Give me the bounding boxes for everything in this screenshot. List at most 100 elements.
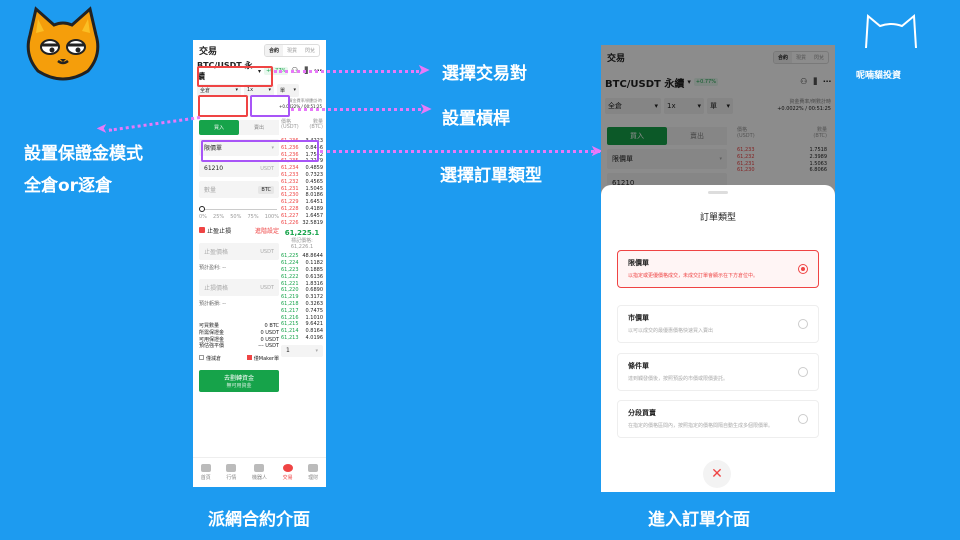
sheet-drag-handle[interactable] [708, 191, 728, 194]
right-phone-screen: 交易 合約 現貨 閃兌 BTC/USDT 永續 ▾ +0.77% ⚇ ⫼ ⋯ 全… [601, 45, 835, 492]
book-row[interactable]: 61,233 0.7323 [281, 172, 323, 179]
pair-highlight-box [197, 66, 273, 87]
option-title: 分段買賣 [628, 409, 656, 417]
book-price: 61,227 [281, 212, 299, 219]
maker-only-checkbox[interactable]: 僅Maker單 [246, 355, 279, 362]
option-desc: 在指定的價格區間內，按照指定的價格間隔自動生成多個限價單。 [628, 423, 774, 429]
nav-trade[interactable]: 交易 [282, 464, 293, 481]
book-row[interactable]: 61,214 0.8164 [281, 328, 323, 335]
sheet-title: 訂單類型 [699, 213, 736, 223]
robot-icon [254, 464, 265, 472]
book-row[interactable]: 61,232 0.4565 [281, 179, 323, 186]
nav-market[interactable]: 行情 [226, 464, 236, 481]
stat-value: 0 BTC [264, 323, 279, 329]
price-input[interactable]: 61210 USDT [199, 160, 279, 177]
order-option-conditional[interactable]: 條件單 達到觸發價後，按照預設的市價或限價委託。 [617, 353, 819, 391]
book-qty: 0.6136 [305, 273, 324, 280]
book-qty: 8.0186 [305, 192, 324, 199]
radio-icon[interactable] [798, 367, 808, 377]
book-row[interactable]: 61,219 0.3172 [281, 294, 323, 301]
tab-contract[interactable]: 合約 [264, 44, 283, 56]
market-tabs: 合約 現貨 閃兌 [263, 43, 320, 57]
reduce-only-checkbox[interactable]: 僅減倉 [199, 355, 221, 362]
close-icon[interactable]: ✕ [703, 460, 731, 488]
depth-select[interactable]: 1 ▾ [281, 344, 323, 357]
transfer-funds-button[interactable]: 去劃轉資金 無可用資金 [199, 370, 279, 393]
tab-spot[interactable]: 現貨 [283, 45, 301, 56]
book-price: 61,217 [281, 307, 299, 314]
stat-row: 預估強平價 --- USDT [199, 343, 279, 350]
book-row[interactable]: 61,228 0.4189 [281, 206, 323, 213]
radio-selected-icon[interactable] [798, 264, 808, 274]
book-qty: 0.1182 [305, 260, 324, 267]
buy-sell-toggle: 買入 賣出 [199, 120, 279, 135]
book-row[interactable]: 61,234 0.4859 [281, 165, 323, 172]
book-price: 61,233 [281, 171, 299, 178]
book-row[interactable]: 61,231 1.5045 [281, 186, 323, 193]
transfer-label: 去劃轉資金 [223, 375, 254, 383]
book-row[interactable]: 61,218 0.3263 [281, 301, 323, 308]
brand-name: 呢喃貓投資 [856, 71, 902, 81]
book-row[interactable]: 61,221 1.8316 [281, 281, 323, 288]
leverage-connector-line [291, 108, 421, 111]
page-title: 交易 [199, 46, 218, 57]
slider-mark: 75% [247, 214, 259, 220]
book-price: 61,230 [281, 192, 299, 199]
nav-label: 行情 [226, 475, 237, 481]
book-row[interactable]: 61,225 48.8644 [281, 253, 323, 260]
order-option-market[interactable]: 市價單 以可以成交的最優惠價格快速買入賣出 [617, 305, 819, 343]
radio-icon[interactable] [798, 319, 808, 329]
order-type-sheet: 訂單類型 限價單 以指定或更優價格成交，未成交訂單會顯示在下方倉位中。 市價單 … [601, 185, 835, 492]
caption-left: 派網合約介面 [208, 510, 310, 530]
book-header-qty: 數量 (BTC) [309, 119, 323, 130]
sell-button[interactable]: 賣出 [239, 120, 279, 135]
book-price: 61,229 [281, 199, 299, 206]
order-option-grid[interactable]: 分段買賣 在指定的價格區間內，按照指定的價格間隔自動生成多個限價單。 [617, 400, 819, 438]
book-row[interactable]: 61,230 8.0186 [281, 192, 323, 199]
book-price: 61,218 [281, 300, 299, 307]
quantity-input[interactable]: 數量 BTC [199, 181, 279, 198]
unit-value: 單 [280, 87, 286, 94]
slider-handle[interactable] [199, 206, 205, 212]
annotation-margin-mode: 設置保證金模式 全倉or逐倉 [24, 144, 143, 196]
stat-value: 0 USDT [260, 336, 279, 343]
book-row[interactable]: 61,223 0.1885 [281, 267, 323, 274]
quantity-unit[interactable]: BTC [258, 185, 274, 194]
take-profit-input[interactable]: 止盈價格 USDT [199, 243, 279, 260]
nav-bots[interactable]: 機器人 [252, 464, 267, 481]
caption-right: 進入訂單介面 [648, 510, 750, 530]
home-icon [200, 464, 211, 472]
book-row[interactable]: 61,224 0.1182 [281, 260, 323, 267]
book-row[interactable]: 61,213 4.0196 [281, 335, 323, 342]
book-price: 61,225 [281, 253, 299, 260]
book-price: 61,221 [281, 280, 299, 287]
book-row[interactable]: 61,220 0.6890 [281, 287, 323, 294]
nav-finance[interactable]: 理財 [308, 464, 318, 481]
book-row[interactable]: 61,229 1.6451 [281, 199, 323, 206]
stat-label: 預估強平價 [199, 343, 225, 350]
book-row[interactable]: 61,226 32.5819 [281, 220, 323, 227]
nav-label: 理財 [308, 475, 319, 481]
buy-button[interactable]: 買入 [199, 120, 239, 135]
radio-icon[interactable] [798, 414, 808, 424]
stop-loss-input[interactable]: 止損價格 USDT [199, 279, 279, 296]
nav-home[interactable]: 首頁 [200, 464, 211, 481]
tpsl-checkbox[interactable]: 止盈止損 [199, 226, 231, 235]
book-row[interactable]: 61,216 1.1010 [281, 315, 323, 322]
book-row[interactable]: 61,215 9.6421 [281, 321, 323, 328]
book-row[interactable]: 61,222 0.6136 [281, 274, 323, 281]
checkbox-empty-icon [199, 355, 204, 361]
book-row[interactable]: 61,217 0.7475 [281, 308, 323, 315]
book-qty: 0.4189 [305, 205, 324, 212]
book-qty: 1.6451 [305, 199, 324, 206]
nav-label: 首頁 [200, 475, 211, 481]
amount-slider[interactable]: 0% 25% 50% 75% 100% [199, 206, 279, 220]
order-option-limit[interactable]: 限價單 以指定或更優價格成交，未成交訂單會顯示在下方倉位中。 [617, 250, 819, 288]
advanced-settings-link[interactable]: 進階設定 [255, 226, 279, 235]
book-price: 61,216 [281, 314, 299, 321]
bottom-nav: 首頁 行情 機器人 交易 理財 [193, 457, 326, 487]
tab-swap[interactable]: 閃兌 [301, 45, 319, 56]
stat-label: 可買數量 [199, 323, 220, 329]
book-row[interactable]: 61,227 1.6457 [281, 213, 323, 220]
book-price: 61,222 [281, 273, 299, 280]
